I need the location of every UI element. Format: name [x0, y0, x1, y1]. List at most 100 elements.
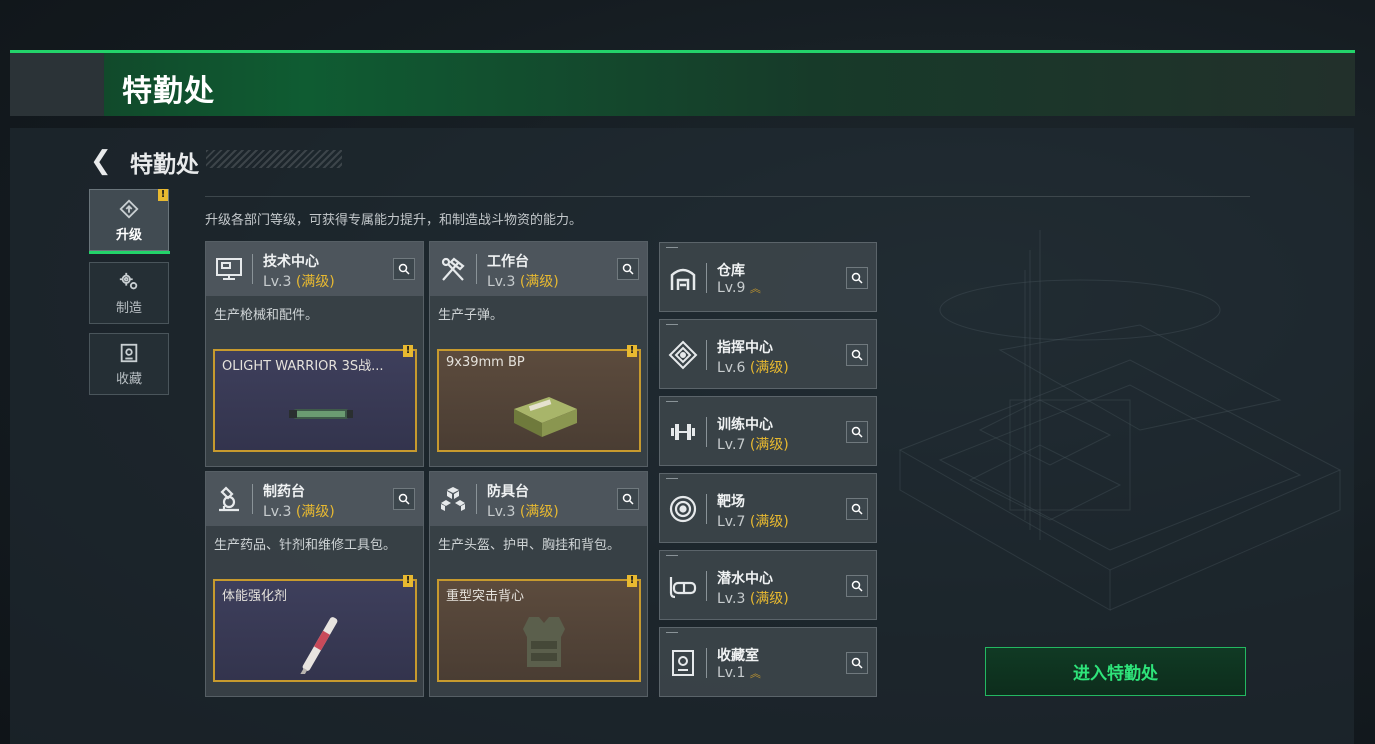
- title-decoration: [206, 150, 342, 168]
- upgrade-available-icon: ︽: [749, 667, 761, 680]
- tab-collection[interactable]: 收藏: [89, 333, 169, 395]
- facility-name: 指挥中心: [717, 340, 773, 356]
- level-value: Lv.3: [487, 274, 516, 290]
- facility-name: 靶场: [717, 494, 745, 510]
- station-name: 制药台: [263, 484, 305, 500]
- product-slot[interactable]: 9x39mm BP !: [437, 345, 641, 452]
- facility-collection-room[interactable]: 收藏室 Lv.1 ︽: [659, 627, 877, 697]
- search-icon: [851, 426, 863, 438]
- tab-upgrade[interactable]: 升级: [89, 189, 169, 251]
- search-button[interactable]: [393, 258, 415, 280]
- search-button[interactable]: [846, 652, 868, 674]
- level-value: Lv.6: [717, 360, 746, 376]
- station-name: 技术中心: [263, 254, 319, 270]
- facility-level: Lv.1 ︽: [717, 665, 761, 681]
- facility-level: Lv.6 (满级): [717, 357, 789, 377]
- separator: [706, 340, 707, 370]
- search-icon: [851, 503, 863, 515]
- station-name: 工作台: [487, 254, 529, 270]
- enter-special-ops-button[interactable]: 进入特勤处: [985, 647, 1246, 696]
- product-slot[interactable]: OLIGHT WARRIOR 3S战... !: [213, 345, 417, 452]
- computer-icon: [216, 258, 242, 280]
- station-level: Lv.3 (满级): [263, 271, 335, 291]
- banner-left-block: [10, 53, 103, 116]
- card-header: 技术中心 Lv.3 (满级): [206, 242, 423, 296]
- max-level-tag: (满级): [519, 274, 559, 290]
- tab-craft[interactable]: 制造: [89, 262, 169, 324]
- station-description: 生产子弹。: [438, 308, 504, 323]
- facility-level: Lv.7 (满级): [717, 434, 789, 454]
- product-alert-badge: !: [403, 575, 413, 587]
- max-level-tag: (满级): [749, 437, 789, 453]
- level-value: Lv.3: [717, 591, 746, 607]
- divider: [205, 196, 1250, 197]
- station-card-pharmacy[interactable]: 制药台 Lv.3 (满级) 生产药品、针剂和维修工具包。 体能强化剂 !: [205, 471, 424, 697]
- search-button[interactable]: [846, 498, 868, 520]
- card-header: 制药台 Lv.3 (满级): [206, 472, 423, 526]
- microscope-icon: [219, 486, 239, 512]
- facility-warehouse[interactable]: 仓库 Lv.9 ︽: [659, 242, 877, 312]
- dumbbell-icon: [671, 424, 695, 440]
- injector-item-image: [299, 617, 338, 674]
- target-icon: [669, 495, 697, 523]
- search-icon: [851, 580, 863, 592]
- station-level: Lv.3 (满级): [487, 501, 559, 521]
- level-value: Lv.7: [717, 437, 746, 453]
- tab-upgrade-label: 升级: [115, 227, 142, 243]
- description-text: 升级各部门等级，可获得专属能力提升，和制造战斗物资的能力。: [205, 213, 583, 228]
- search-button[interactable]: [846, 267, 868, 289]
- search-button[interactable]: [846, 421, 868, 443]
- product-name: OLIGHT WARRIOR 3S战...: [222, 359, 384, 374]
- card-header: 防具台 Lv.3 (满级): [430, 472, 647, 526]
- search-button[interactable]: [393, 488, 415, 510]
- product-slot[interactable]: 体能强化剂 !: [213, 575, 417, 682]
- search-button[interactable]: [617, 488, 639, 510]
- station-card-tech-center[interactable]: 技术中心 Lv.3 (满级) 生产枪械和配件。 OLIGHT WARRIOR 3…: [205, 241, 424, 467]
- product-alert-badge: !: [627, 345, 637, 357]
- banner-title: 特勤处: [122, 74, 215, 109]
- tab-craft-label: 制造: [115, 300, 142, 316]
- separator: [252, 484, 253, 514]
- max-level-tag: (满级): [749, 591, 789, 607]
- facility-diving-center[interactable]: 潜水中心 Lv.3 (满级): [659, 550, 877, 620]
- separator: [476, 484, 477, 514]
- facility-level: Lv.3 (满级): [717, 588, 789, 608]
- product-slot[interactable]: 重型突击背心 !: [437, 575, 641, 682]
- product-name: 9x39mm BP: [446, 355, 525, 370]
- ammo-box-image: [514, 397, 577, 437]
- station-description: 生产枪械和配件。: [214, 308, 319, 323]
- separator: [706, 494, 707, 524]
- station-card-armor-bench[interactable]: 防具台 Lv.3 (满级) 生产头盔、护甲、胸挂和背包。 重型突击背心 !: [429, 471, 648, 697]
- facility-training-center[interactable]: 训练中心 Lv.7 (满级): [659, 396, 877, 466]
- max-level-tag: (满级): [295, 504, 335, 520]
- facility-level: Lv.7 (满级): [717, 511, 789, 531]
- facility-level: Lv.9 ︽: [717, 280, 761, 296]
- search-button[interactable]: [846, 575, 868, 597]
- tab-active-indicator: [89, 251, 170, 254]
- separator: [706, 571, 707, 601]
- page-title: 特勤处: [130, 152, 199, 178]
- back-arrow-icon[interactable]: ❮: [90, 146, 112, 176]
- station-card-workbench[interactable]: 工作台 Lv.3 (满级) 生产子弹。 9x39mm BP !: [429, 241, 648, 467]
- search-icon: [398, 263, 410, 275]
- separator: [706, 263, 707, 293]
- station-name: 防具台: [487, 484, 529, 500]
- facility-name: 潜水中心: [717, 571, 773, 587]
- station-description: 生产药品、针剂和维修工具包。: [214, 538, 397, 553]
- facility-name: 仓库: [717, 263, 745, 279]
- search-icon: [398, 493, 410, 505]
- corner-mark: [666, 401, 678, 402]
- facility-command-center[interactable]: 指挥中心 Lv.6 (满级): [659, 319, 877, 389]
- station-level: Lv.3 (满级): [487, 271, 559, 291]
- product-alert-badge: !: [403, 345, 413, 357]
- command-icon: [668, 340, 698, 370]
- product-alert-badge: !: [627, 575, 637, 587]
- facility-shooting-range[interactable]: 靶场 Lv.7 (满级): [659, 473, 877, 543]
- product-name: 重型突击背心: [446, 589, 525, 604]
- card-header: 工作台 Lv.3 (满级): [430, 242, 647, 296]
- corner-mark: [666, 478, 678, 479]
- search-icon: [851, 349, 863, 361]
- search-button[interactable]: [846, 344, 868, 366]
- search-button[interactable]: [617, 258, 639, 280]
- level-value: Lv.7: [717, 514, 746, 530]
